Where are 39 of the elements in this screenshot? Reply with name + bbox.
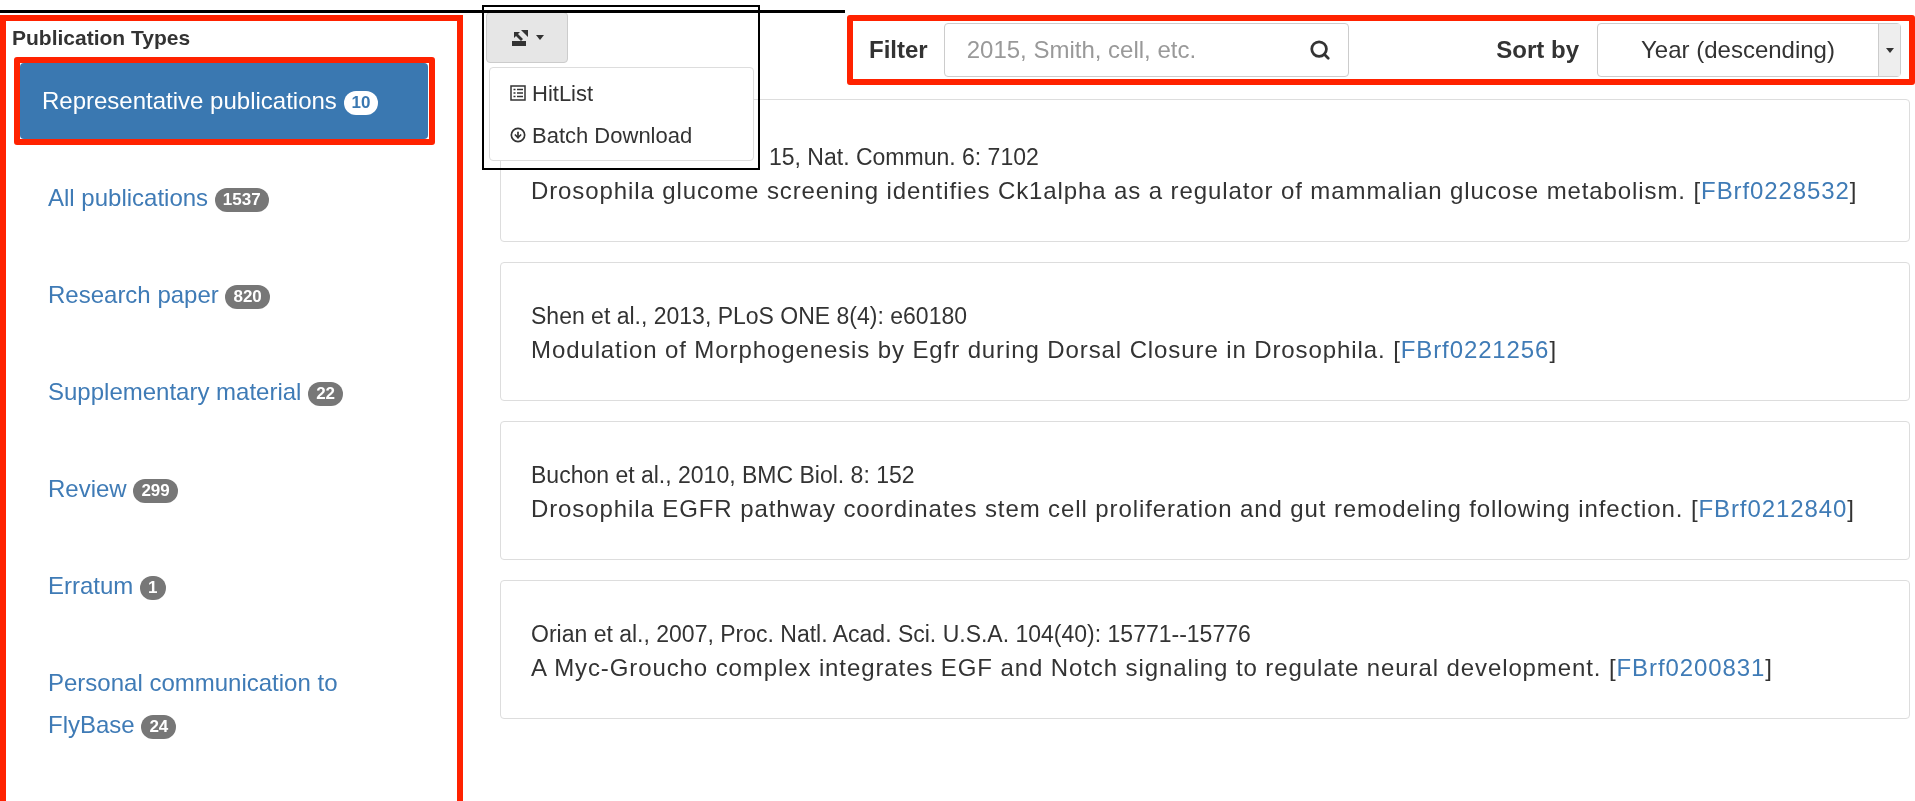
count-badge: 299 <box>133 478 178 503</box>
reference-link[interactable]: FBrf0212840 <box>1698 495 1848 522</box>
reference-link[interactable]: FBrf0221256 <box>1400 336 1550 363</box>
sort-select[interactable]: Year (descending) <box>1597 23 1901 77</box>
caret-icon <box>536 35 544 40</box>
sidebar-title: Publication Types <box>12 25 192 51</box>
publication-title: Drosophila EGFR pathway coordinates stem cell proliferation and gut remodeling following infection. [FBrf0212840] <box>531 494 1856 524</box>
citation-text: 15, Nat. Commun. 6: 7102 <box>769 143 1039 172</box>
download-icon <box>510 127 526 143</box>
filter-field[interactable]: 2015, Smith, cell, etc. <box>943 23 1349 77</box>
publication-type-link[interactable]: Personal communication to FlyBase 24 <box>20 652 428 756</box>
reference-link[interactable]: FBrf0200831 <box>1616 654 1766 681</box>
publication-type-link[interactable]: Representative publications 10 <box>20 63 428 139</box>
publication-title: Drosophila glucome screening identifies Ck1alpha as a regulator of mammalian glucose metabolism. [FBrf0228532] <box>531 176 1859 206</box>
list-icon <box>510 85 526 101</box>
citation-text: Orian et al., 2007, Proc. Natl. Acad. Sci. U.S.A. 104(40): 15771--15776 <box>531 620 1251 649</box>
dropdown-menu-item[interactable]: HitList <box>490 72 753 114</box>
publication-title: Modulation of Morphogenesis by Egfr during Dorsal Closure in Drosophila. [FBrf0221256] <box>531 335 1558 365</box>
publication-type-link[interactable]: Review 299 <box>20 458 428 535</box>
count-badge: 820 <box>225 284 270 309</box>
sort-label: Sort by <box>1496 35 1579 65</box>
dropdown-menu-item[interactable]: Batch Download <box>490 114 753 156</box>
count-badge: 22 <box>308 381 344 406</box>
publication-title: A Myc-Groucho complex integrates EGF and Notch signaling to regulate neural development. [FBrf0200831] <box>531 653 1774 683</box>
reference-link[interactable]: FBrf0228532 <box>1701 177 1850 204</box>
citation-text: Shen et al., 2013, PLoS ONE 8(4): e60180 <box>531 302 967 331</box>
caret-icon <box>1885 47 1894 53</box>
count-badge: 1537 <box>214 187 269 212</box>
publication-type-link[interactable]: Research paper 820 <box>20 264 428 341</box>
export-button[interactable] <box>486 12 568 63</box>
search-icon <box>1308 39 1331 61</box>
filter-label: Filter <box>869 35 928 65</box>
count-badge: 10 <box>343 90 379 115</box>
publication-type-link[interactable]: All publications 1537 <box>20 167 428 244</box>
count-badge: 24 <box>141 714 177 739</box>
publication-type-link[interactable]: Supplementary material 22 <box>20 361 428 438</box>
count-badge: 1 <box>140 575 166 600</box>
publication-type-link[interactable]: Erratum 1 <box>20 555 428 632</box>
citation-text: Buchon et al., 2010, BMC Biol. 8: 152 <box>531 461 915 490</box>
